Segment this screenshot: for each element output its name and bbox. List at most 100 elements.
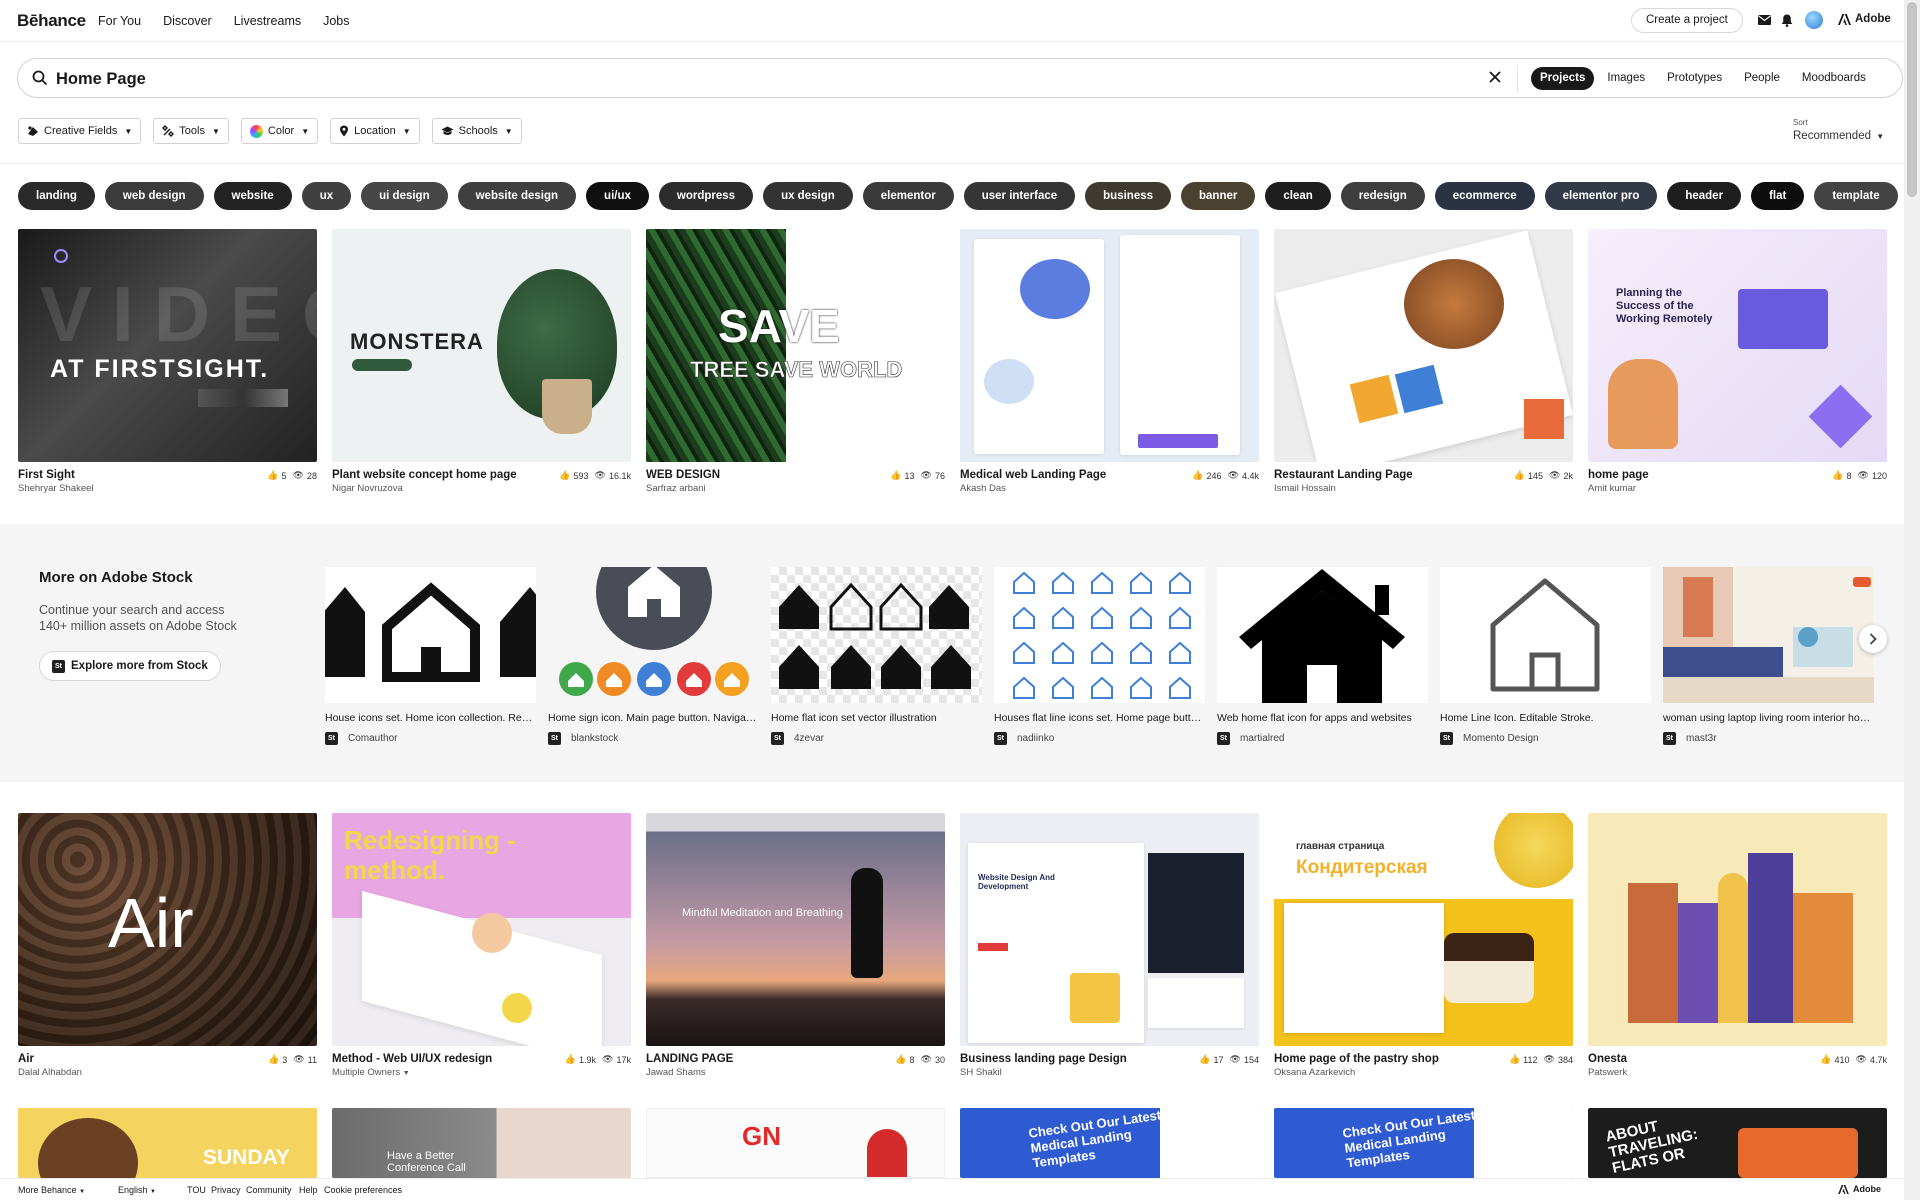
project-thumbnail[interactable]: SAVE TREE SAVE WORLD: [646, 229, 945, 462]
stock-item[interactable]: House icons set. Home icon collection. R…: [325, 567, 536, 745]
stock-image[interactable]: [771, 567, 982, 703]
project-title[interactable]: Restaurant Landing Page: [1274, 469, 1413, 481]
project-title[interactable]: WEB DESIGN: [646, 469, 720, 481]
project-owner[interactable]: Shehryar Shakeel: [18, 483, 94, 494]
stock-image[interactable]: [1663, 567, 1874, 703]
project-title[interactable]: Medical web Landing Page: [960, 469, 1106, 481]
project-title[interactable]: Onesta: [1588, 1053, 1627, 1065]
tag-chip[interactable]: user interface: [963, 182, 1076, 210]
stock-item[interactable]: Home sign icon. Main page button. Naviga…: [548, 567, 759, 745]
nav-jobs[interactable]: Jobs: [323, 14, 349, 28]
stock-image[interactable]: [1217, 567, 1428, 703]
more-behance-dropdown[interactable]: More Behance ▼: [18, 1185, 85, 1195]
tag-chip[interactable]: ux design: [763, 182, 853, 210]
adobe-link[interactable]: Adobe: [1838, 13, 1891, 25]
location-filter[interactable]: Location ▼: [330, 118, 420, 144]
tag-chip[interactable]: elementor pro: [1544, 182, 1658, 210]
stock-author-name[interactable]: 4zevar: [794, 733, 824, 744]
tag-chip[interactable]: web design: [104, 182, 204, 210]
project-owner[interactable]: Amit kumar: [1588, 483, 1636, 494]
project-thumbnail[interactable]: VIDEO AT FIRSTSIGHT.: [18, 229, 317, 462]
project-owner[interactable]: Ismail Hossain: [1274, 483, 1336, 494]
stock-image[interactable]: [325, 567, 536, 703]
project-thumbnail[interactable]: [1274, 229, 1573, 462]
tab-people[interactable]: People: [1735, 67, 1789, 90]
tag-chip[interactable]: landing: [18, 182, 95, 210]
tag-chip[interactable]: business: [1085, 182, 1172, 210]
project-thumbnail[interactable]: Planning the Success of the Working Remo…: [1588, 229, 1887, 462]
schools-filter[interactable]: Schools ▼: [431, 118, 522, 144]
stock-caption[interactable]: woman using laptop living room interior …: [1663, 712, 1874, 724]
stock-image[interactable]: [1440, 567, 1651, 703]
stock-author-name[interactable]: Comauthor: [348, 733, 397, 744]
color-filter[interactable]: Color ▼: [240, 118, 319, 144]
footer-link-tou[interactable]: TOU: [187, 1185, 206, 1195]
footer-link-help[interactable]: Help: [299, 1185, 318, 1195]
stock-author-name[interactable]: blankstock: [571, 733, 618, 744]
footer-link-community[interactable]: Community: [246, 1185, 292, 1195]
mail-icon[interactable]: [1756, 12, 1772, 28]
language-dropdown[interactable]: English ▼: [118, 1185, 156, 1195]
tag-chip[interactable]: ui/ux: [586, 182, 649, 210]
stock-author-name[interactable]: martialred: [1240, 733, 1284, 744]
search-input[interactable]: [56, 67, 1456, 91]
project-owner[interactable]: Jawad Shams: [646, 1067, 706, 1078]
tag-chip[interactable]: elementor: [862, 182, 954, 210]
project-thumbnail[interactable]: [960, 229, 1259, 462]
project-title[interactable]: Plant website concept home page: [332, 469, 517, 481]
project-thumbnail[interactable]: ABOUT TRAVELING: FLATS OR: [1588, 1108, 1887, 1178]
project-thumbnail[interactable]: GN: [646, 1108, 945, 1178]
tab-moodboards[interactable]: Moodboards: [1793, 67, 1875, 90]
stock-image[interactable]: [994, 567, 1205, 703]
project-title[interactable]: Business landing page Design: [960, 1053, 1127, 1065]
project-title[interactable]: LANDING PAGE: [646, 1053, 733, 1065]
project-thumbnail[interactable]: [1588, 813, 1887, 1046]
tag-chip[interactable]: website: [213, 182, 292, 210]
project-owner[interactable]: Akash Das: [960, 483, 1006, 494]
stock-item[interactable]: Houses flat line icons set. Home page bu…: [994, 567, 1205, 745]
project-owner[interactable]: Patswerk: [1588, 1067, 1627, 1078]
project-owner[interactable]: Sarfraz arbani: [646, 483, 706, 494]
project-thumbnail[interactable]: главная страница Кондитерская: [1274, 813, 1573, 1046]
stock-next-button[interactable]: [1859, 625, 1887, 653]
project-thumbnail[interactable]: Mindful Meditation and Breathing: [646, 813, 945, 1046]
stock-caption[interactable]: Home flat icon set vector illustration: [771, 712, 982, 724]
clear-search-icon[interactable]: [1488, 70, 1502, 89]
create-project-button[interactable]: Create a project: [1631, 8, 1743, 33]
tag-chip[interactable]: wordpress: [658, 182, 754, 210]
stock-caption[interactable]: Web home flat icon for apps and websites: [1217, 712, 1428, 724]
tag-chip[interactable]: ecommerce: [1434, 182, 1535, 210]
project-title[interactable]: home page: [1588, 469, 1649, 481]
creative-fields-filter[interactable]: Creative Fields ▼: [18, 118, 142, 144]
footer-adobe-link[interactable]: Adobe: [1838, 1184, 1881, 1194]
stock-caption[interactable]: Houses flat line icons set. Home page bu…: [994, 712, 1205, 724]
nav-livestreams[interactable]: Livestreams: [234, 14, 301, 28]
notifications-bell-icon[interactable]: [1779, 12, 1795, 28]
tag-chip[interactable]: ux: [301, 182, 352, 210]
project-thumbnail[interactable]: Website Design And Development: [960, 813, 1259, 1046]
project-title[interactable]: First Sight: [18, 469, 75, 481]
footer-link-cookie-preferences[interactable]: Cookie preferences: [324, 1185, 402, 1195]
nav-discover[interactable]: Discover: [163, 14, 212, 28]
tag-chip[interactable]: ui design: [361, 182, 448, 210]
explore-stock-button[interactable]: St Explore more from Stock: [39, 651, 221, 681]
tag-chip[interactable]: banner: [1181, 182, 1256, 210]
project-thumbnail[interactable]: MONSTERA: [332, 229, 631, 462]
stock-item[interactable]: Home Line Icon. Editable Stroke. St Momen…: [1440, 567, 1651, 745]
user-avatar[interactable]: [1805, 11, 1823, 29]
project-owner[interactable]: Oksana Azarkevich: [1274, 1067, 1355, 1078]
project-owner[interactable]: Nigar Novruzova: [332, 483, 403, 494]
project-title[interactable]: Air: [18, 1053, 34, 1065]
project-thumbnail[interactable]: Redesigning - method.: [332, 813, 631, 1046]
project-thumbnail[interactable]: SUNDAY: [18, 1108, 317, 1178]
project-thumbnail[interactable]: Air: [18, 813, 317, 1046]
stock-item[interactable]: woman using laptop living room interior …: [1663, 567, 1874, 745]
tag-chip[interactable]: clean: [1265, 182, 1331, 210]
stock-author-name[interactable]: mast3r: [1686, 733, 1717, 744]
nav-for-you[interactable]: For You: [98, 14, 141, 28]
project-title[interactable]: Home page of the pastry shop: [1274, 1053, 1439, 1065]
behance-logo[interactable]: Bēhance: [17, 11, 86, 31]
scrollbar-thumb[interactable]: [1907, 2, 1917, 197]
tab-prototypes[interactable]: Prototypes: [1658, 67, 1731, 90]
stock-item[interactable]: Home flat icon set vector illustration S…: [771, 567, 982, 745]
